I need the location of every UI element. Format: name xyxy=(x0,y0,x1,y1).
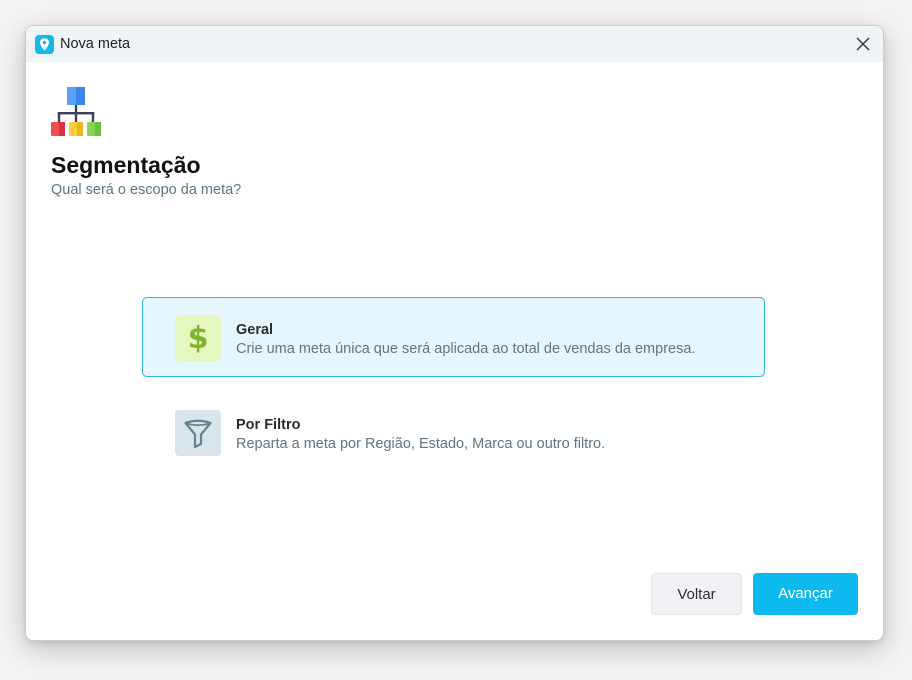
option-description: Crie uma meta única que será aplicada ao… xyxy=(236,341,696,357)
window-title: Nova meta xyxy=(60,36,131,52)
option-por-filtro[interactable]: Por Filtro Reparta a meta por Região, Es… xyxy=(142,392,765,472)
app-location-pin-icon xyxy=(35,35,54,54)
next-button[interactable]: Avançar xyxy=(753,573,858,615)
dollar-icon: $ xyxy=(175,315,221,361)
option-title: Por Filtro xyxy=(236,417,301,433)
option-geral[interactable]: $ Geral Crie uma meta única que será apl… xyxy=(142,297,765,377)
close-icon xyxy=(856,37,870,51)
option-title: Geral xyxy=(236,322,274,338)
hierarchy-icon xyxy=(50,87,102,139)
close-button[interactable] xyxy=(849,30,877,58)
page-subtitle: Qual será o escopo da meta? xyxy=(51,182,242,198)
title-bar: Nova meta xyxy=(26,26,883,62)
funnel-icon xyxy=(175,410,221,456)
svg-text:$: $ xyxy=(188,321,209,356)
page-title: Segmentação xyxy=(51,152,201,178)
new-goal-dialog: Nova meta Segmentação Qual será o escopo… xyxy=(25,25,884,641)
back-button[interactable]: Voltar xyxy=(651,573,742,615)
option-description: Reparta a meta por Região, Estado, Marca… xyxy=(236,436,606,452)
